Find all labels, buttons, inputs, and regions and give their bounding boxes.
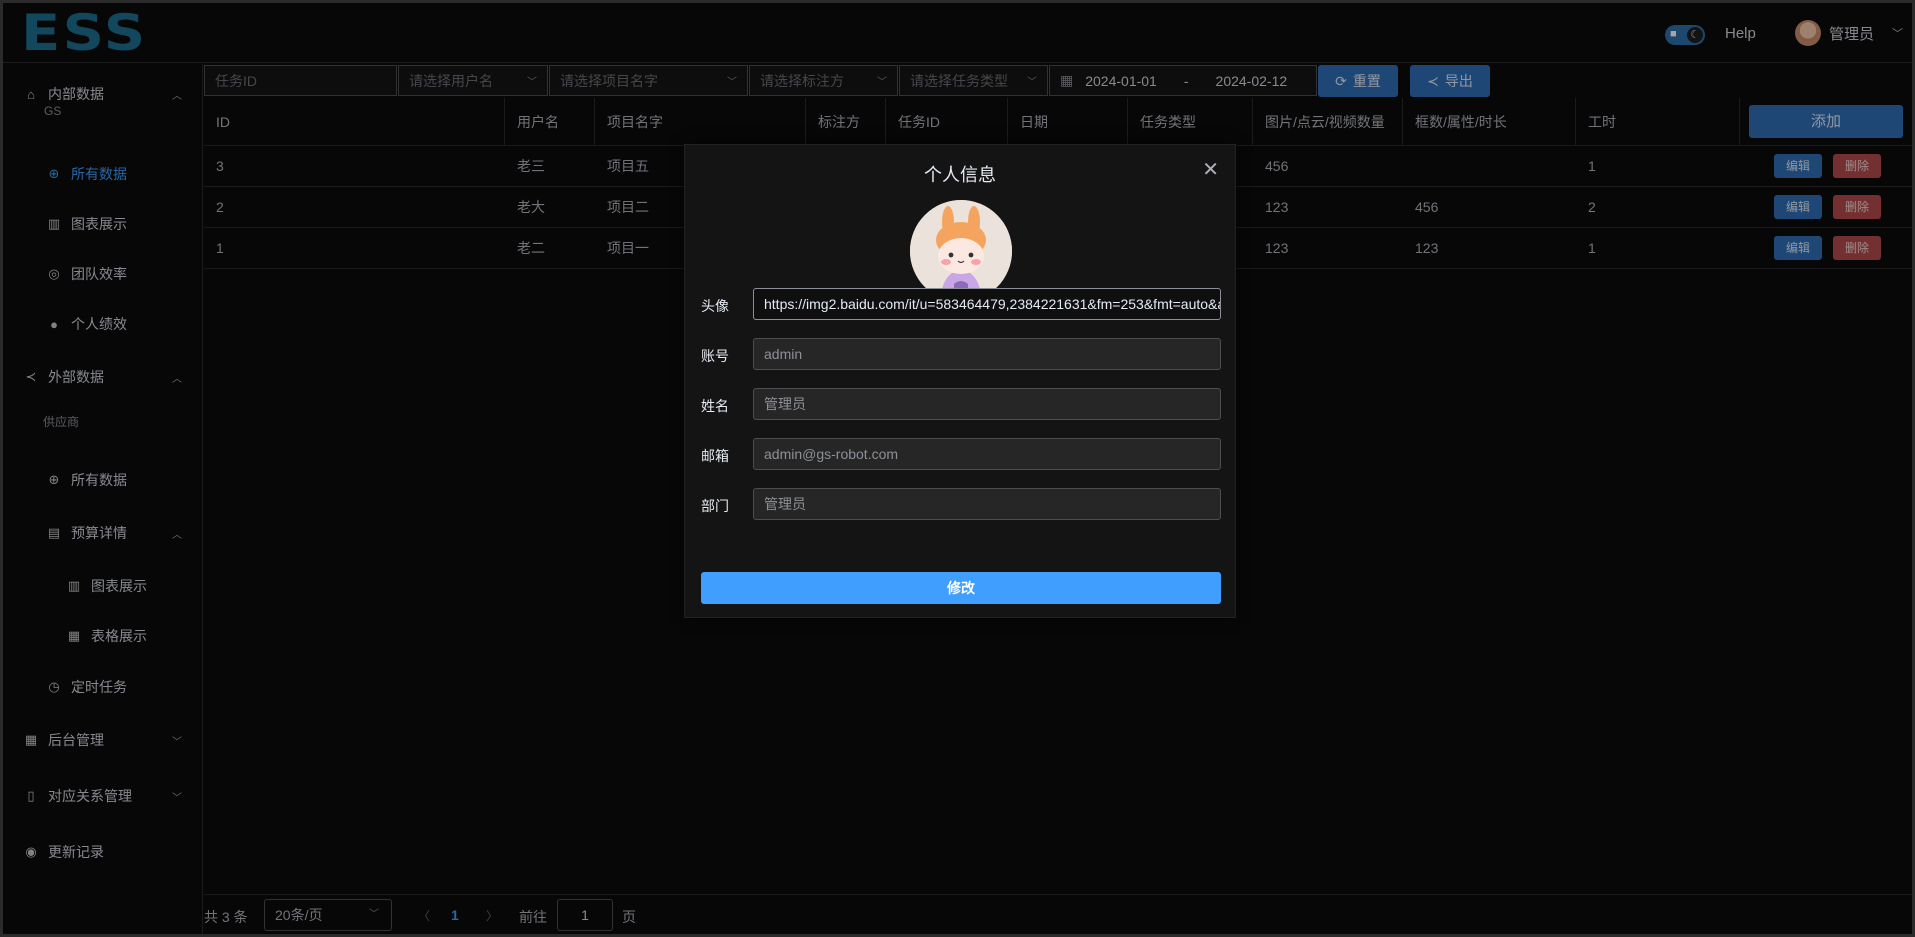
- email-field[interactable]: admin@gs-robot.com: [753, 438, 1221, 470]
- avatar: [910, 200, 1012, 302]
- department-field[interactable]: 管理员: [753, 488, 1221, 520]
- department-label: 部门: [701, 498, 729, 514]
- account-label: 账号: [701, 348, 729, 364]
- avatar-label: 头像: [701, 298, 729, 314]
- bunny-avatar-image: [910, 200, 1012, 302]
- dialog-title: 个人信息: [924, 165, 996, 185]
- profile-dialog: 个人信息 ✕ 头像 https://img2.baidu.com/it/u=58…: [684, 144, 1236, 618]
- name-field[interactable]: 管理员: [753, 388, 1221, 420]
- account-field[interactable]: admin: [753, 338, 1221, 370]
- avatar-url-field[interactable]: https://img2.baidu.com/it/u=583464479,23…: [753, 288, 1221, 320]
- close-icon[interactable]: ✕: [1202, 157, 1219, 182]
- email-label: 邮箱: [701, 448, 729, 464]
- app-window: ESS ■ ☾ Help 管理员 ﹀ ⌂ 内部数据 ︿ GS ⊕ 所有数据 ▥ …: [3, 3, 1912, 934]
- modify-button[interactable]: 修改: [701, 572, 1221, 604]
- name-label: 姓名: [701, 398, 729, 414]
